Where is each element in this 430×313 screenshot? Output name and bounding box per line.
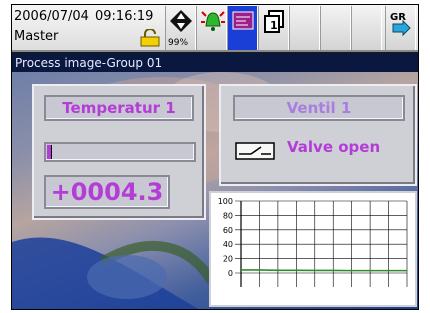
language-button[interactable]: GR xyxy=(385,6,416,50)
hmi-window: 2006/07/04 09:16:19 Master 99% 1 GR Proc… xyxy=(11,4,419,310)
screen-button[interactable] xyxy=(227,6,258,50)
date-display: 2006/07/04 xyxy=(14,9,89,24)
empty-button-3[interactable] xyxy=(351,6,382,50)
y-tick-label: 60 xyxy=(223,226,233,235)
temperature-value[interactable]: +0004.3 xyxy=(44,175,170,209)
temperature-panel: Temperatur 1 +0004.3 xyxy=(32,84,206,220)
alarm-button[interactable] xyxy=(196,6,227,50)
svg-text:1: 1 xyxy=(270,19,278,32)
y-tick-label: 80 xyxy=(223,211,233,220)
valve-panel: Ventil 1 Valve open xyxy=(219,84,417,186)
empty-button-1[interactable] xyxy=(289,6,320,50)
alarm-bell-icon xyxy=(201,11,225,31)
temperature-bar xyxy=(44,142,196,162)
valve-state: Valve open xyxy=(287,138,381,156)
trend-chart-svg: 100 80 60 40 20 0 xyxy=(218,197,408,287)
temperature-bar-fill xyxy=(47,145,52,159)
temperature-label: Temperatur 1 xyxy=(44,95,194,121)
status-bar: 2006/07/04 09:16:19 Master 99% 1 GR xyxy=(12,5,418,52)
windows-button[interactable]: 1 xyxy=(258,6,289,50)
memory-percent: 99% xyxy=(168,38,189,48)
empty-button-2[interactable] xyxy=(320,6,351,50)
trend-series-line xyxy=(241,269,407,272)
memory-button[interactable]: 99% xyxy=(165,6,196,50)
valve-switch-icon xyxy=(235,142,275,160)
trend-chart: 100 80 60 40 20 0 xyxy=(209,191,417,307)
time-display: 09:16:19 xyxy=(95,9,154,24)
diamond-arrows-icon xyxy=(170,10,192,32)
user-display: Master xyxy=(14,29,59,44)
y-tick-label: 20 xyxy=(223,255,233,264)
screen-icon xyxy=(232,11,254,30)
lock-icon xyxy=(140,29,160,47)
y-tick-label: 0 xyxy=(228,269,233,278)
valve-label[interactable]: Ventil 1 xyxy=(233,95,405,121)
window-stack-icon: 1 xyxy=(264,10,284,33)
y-tick-label: 100 xyxy=(218,197,233,206)
screen-title: Process image-Group 01 xyxy=(12,54,418,72)
language-switch-icon: GR xyxy=(390,12,411,37)
y-tick-label: 40 xyxy=(223,240,233,249)
